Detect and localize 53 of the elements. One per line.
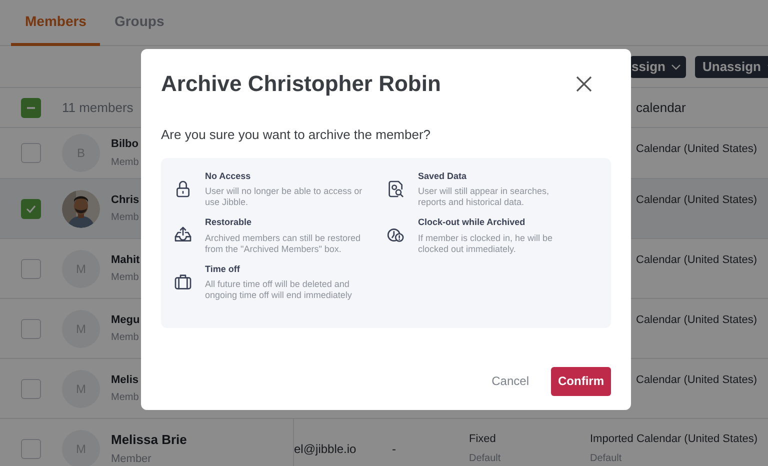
tab[interactable]: Members: [11, 0, 100, 46]
email: el@jibble.io: [294, 440, 356, 458]
chevron-down-icon: [671, 64, 682, 70]
checkbox[interactable]: [21, 438, 41, 458]
info-text: All future time off will be deleted and ongoing time off will end immediately: [205, 279, 353, 301]
question-text: Are you sure you want to archive the member?: [161, 126, 432, 144]
member-role: Memb: [111, 331, 139, 346]
dropdown-button[interactable]: ssign: [630, 56, 686, 78]
info-title: Saved Data: [418, 170, 468, 182]
calendar: Calendar (United States): [636, 373, 758, 388]
info-title: No Access: [205, 170, 252, 182]
member-name: Megu: [111, 312, 140, 328]
member-name: Mahit: [111, 252, 140, 268]
member-name: Melissa Brie: [111, 430, 187, 448]
calendar: Calendar (United States): [636, 253, 758, 268]
document-search-icon: [386, 178, 406, 199]
dialog-title: Archive Christopher Robin: [161, 70, 441, 98]
confirm-button[interactable]: Confirm: [551, 366, 611, 396]
member-role: Memb: [111, 156, 139, 170]
calendar: Imported Calendar (United States): [590, 432, 759, 448]
suitcase-icon: [173, 272, 193, 292]
checkbox[interactable]: [21, 258, 41, 278]
checkbox[interactable]: [21, 378, 41, 398]
schedule-default: Default: [469, 452, 502, 466]
calendar-default: Default: [590, 452, 623, 466]
check-icon: [25, 202, 37, 214]
cancel-button[interactable]: Cancel: [488, 372, 533, 390]
member-name: Bilbo: [111, 137, 138, 152]
info-text: Archived members can still be restored from the "Archived Members" box.: [205, 232, 362, 254]
close-icon: [576, 76, 592, 92]
info-title: Clock-out while Archived: [418, 216, 526, 229]
checkbox[interactable]: [21, 143, 41, 163]
member-role: Member: [111, 452, 152, 466]
info-text: User will still appear in searches, reports and historical data.: [418, 186, 550, 208]
member-count: 11 members: [62, 98, 134, 117]
info-text: If member is clocked in, he will be clocked out immediately.: [418, 232, 554, 254]
calendar: Calendar (United States): [636, 313, 758, 328]
calendar: Calendar (United States): [636, 142, 758, 157]
column-header: calendar: [636, 98, 687, 117]
member-name: Chris: [111, 192, 140, 208]
table-cell: -: [392, 442, 396, 456]
member-role: Memb: [111, 391, 139, 406]
info-text: User will no longer be able to access or use Jibble.: [205, 186, 363, 208]
checkbox[interactable]: [21, 318, 41, 338]
dropdown-button[interactable]: Unassign: [695, 56, 768, 78]
info-title: Restorable: [205, 216, 253, 229]
checkbox[interactable]: [21, 198, 41, 218]
checkbox[interactable]: [21, 98, 41, 118]
member-name: Melis: [111, 372, 139, 388]
member-role: Memb: [111, 271, 139, 286]
calendar: Calendar (United States): [636, 193, 758, 208]
info-title: Time off: [205, 262, 241, 276]
schedule: Fixed: [469, 432, 497, 448]
